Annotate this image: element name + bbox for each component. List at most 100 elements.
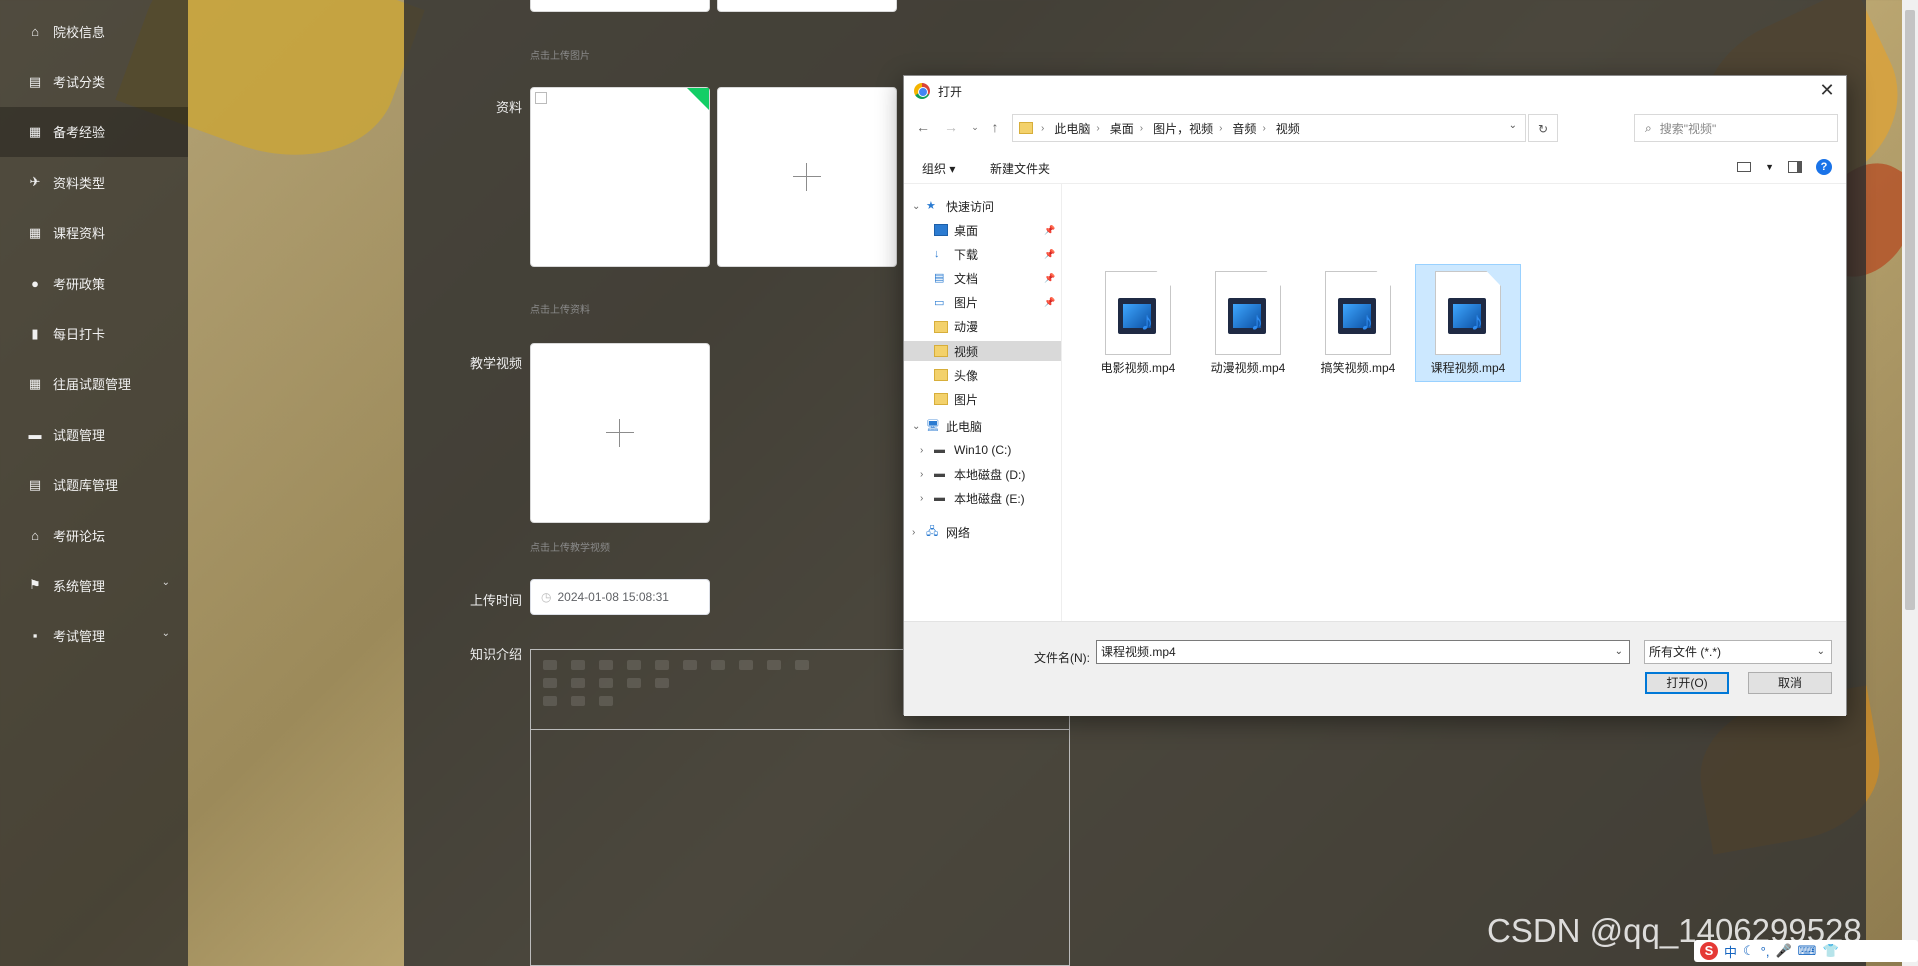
sogou-logo-icon[interactable]: S [1700, 942, 1718, 960]
breadcrumb-item[interactable]: 此电脑 [1054, 120, 1090, 137]
image-thumbnail[interactable] [530, 0, 710, 12]
sidebar-item[interactable]: ▮ 每日打卡 [0, 308, 188, 358]
sidebar-item[interactable]: ▬ 试题管理 [0, 409, 188, 459]
breadcrumb-item[interactable]: 图片，视频 [1153, 120, 1213, 137]
tree-item[interactable]: › ▬ 本地磁盘 (D:) [904, 464, 1061, 484]
address-bar[interactable]: › 此电脑 › 桌面 › 图片，视频 › 音频 › 视频 ⌄ [1012, 114, 1526, 142]
up-arrow-icon[interactable]: ↑ [984, 116, 1006, 138]
tree-item[interactable]: ▭ 图片 📌 [904, 293, 1061, 313]
chevron-down-icon[interactable]: ⌄ [964, 116, 986, 138]
open-button[interactable]: 打开(O) [1645, 672, 1729, 694]
tree-item[interactable]: › ▬ Win10 (C:) [904, 440, 1061, 460]
sidebar-item[interactable]: ⌂ 院校信息 [0, 6, 188, 56]
chevron-right-icon[interactable]: › [920, 493, 934, 504]
back-arrow-icon[interactable]: ← [912, 116, 934, 138]
underline-icon[interactable] [599, 660, 613, 670]
chevron-down-icon[interactable]: ⌄ [912, 201, 926, 212]
chevron-down-icon[interactable]: ▼ [1765, 162, 1774, 172]
moon-icon[interactable]: ☾ [1743, 943, 1755, 959]
image-icon[interactable] [571, 696, 585, 706]
sidebar-item[interactable]: ▤ 考试分类 [0, 56, 188, 106]
forward-arrow-icon[interactable]: → [940, 116, 962, 138]
tree-quick-access[interactable]: ⌄ ★ 快速访问 [904, 196, 1061, 216]
align-icon[interactable] [627, 678, 641, 688]
sidebar-item[interactable]: ● 考研政策 [0, 258, 188, 308]
folder-icon [934, 393, 948, 406]
file-item[interactable]: ♪ 搞笑视频.mp4 [1305, 264, 1411, 382]
chevron-down-icon[interactable]: ⌄ [1509, 120, 1517, 131]
help-icon[interactable]: ? [1816, 159, 1832, 175]
tree-this-pc[interactable]: ⌄ 🖥 此电脑 [904, 416, 1061, 436]
upload-time-input[interactable]: ◷ 2024-01-08 15:08:31 [530, 579, 710, 615]
clean-icon[interactable] [655, 678, 669, 688]
size-icon[interactable] [543, 678, 557, 688]
close-icon[interactable]: ✕ [1816, 80, 1838, 101]
shirt-icon[interactable]: 👕 [1822, 943, 1838, 959]
sidebar-item[interactable]: ✈ 资料类型 [0, 157, 188, 207]
keyboard-icon[interactable]: ⌨ [1798, 943, 1817, 959]
sidebar-item[interactable]: ▦ 往届试题管理 [0, 359, 188, 409]
sidebar-item[interactable]: ▪ 考试管理 ⌄ [0, 611, 188, 661]
filetype-select[interactable]: 所有文件 (*.*) ⌄ [1644, 640, 1832, 664]
file-item[interactable]: ♪ 动漫视频.mp4 [1195, 264, 1301, 382]
cancel-button[interactable]: 取消 [1748, 672, 1832, 694]
file-item[interactable]: ♪ 课程视频.mp4 [1415, 264, 1521, 382]
computer-icon: 🖥 [926, 420, 940, 432]
list-icon[interactable] [767, 660, 781, 670]
breadcrumb-item[interactable]: 音频 [1232, 120, 1256, 137]
sidebar-item[interactable]: ▦ 备考经验 [0, 106, 188, 158]
tree-item[interactable]: 视频 [904, 341, 1061, 361]
search-input[interactable]: ⌕ 搜索"视频" [1634, 114, 1838, 142]
heading-icon[interactable] [711, 660, 725, 670]
material-thumbnail[interactable] [530, 87, 710, 267]
chevron-down-icon[interactable]: ⌄ [1615, 641, 1623, 663]
punctuation-icon[interactable]: °, [1761, 944, 1770, 959]
organize-button[interactable]: 组织 ▾ [922, 160, 955, 177]
new-folder-button[interactable]: 新建文件夹 [990, 160, 1050, 177]
sidebar-item-label: 考研论坛 [53, 528, 106, 544]
mic-icon[interactable]: 🎤 [1775, 943, 1791, 959]
chevron-right-icon[interactable]: › [920, 469, 934, 480]
sidebar-item[interactable]: ▦ 课程资料 [0, 208, 188, 258]
bold-icon[interactable] [543, 660, 557, 670]
sidebar-item[interactable]: ⚑ 系统管理 ⌄ [0, 560, 188, 610]
code-icon[interactable] [683, 660, 697, 670]
preview-pane-icon[interactable] [1788, 161, 1802, 173]
indent-icon[interactable] [795, 660, 809, 670]
strike-icon[interactable] [627, 660, 641, 670]
page-scrollbar[interactable] [1902, 0, 1918, 966]
image-upload-box[interactable] [717, 0, 897, 12]
chevron-right-icon[interactable]: › [912, 527, 926, 538]
scrollbar-thumb[interactable] [1905, 10, 1915, 610]
sidebar-item[interactable]: ▤ 试题库管理 [0, 460, 188, 510]
tree-item[interactable]: 动漫 [904, 317, 1061, 337]
link-icon[interactable] [543, 696, 557, 706]
tree-item[interactable]: 图片 [904, 389, 1061, 409]
tree-item[interactable]: 桌面 📌 [904, 220, 1061, 240]
refresh-icon[interactable]: ↻ [1528, 114, 1558, 142]
file-item[interactable]: ♪ 电影视频.mp4 [1085, 264, 1191, 382]
breadcrumb-item[interactable]: 桌面 [1110, 120, 1134, 137]
view-mode-icon[interactable] [1737, 162, 1752, 172]
tree-item[interactable]: ▤ 文档 📌 [904, 268, 1061, 288]
chevron-right-icon[interactable]: › [920, 445, 934, 456]
quote-icon[interactable] [655, 660, 669, 670]
filename-input[interactable]: 课程视频.mp4 ⌄ [1096, 640, 1630, 664]
tree-item[interactable]: 头像 [904, 365, 1061, 385]
sidebar-item[interactable]: ⌂ 考研论坛 [0, 510, 188, 560]
color-icon[interactable] [571, 678, 585, 688]
breadcrumb-item[interactable]: 视频 [1276, 120, 1300, 137]
italic-icon[interactable] [571, 660, 585, 670]
list-icon[interactable] [739, 660, 753, 670]
chevron-down-icon[interactable]: ⌄ [912, 421, 926, 432]
tree-item[interactable]: ↓ 下载 📌 [904, 244, 1061, 264]
video-icon[interactable] [599, 696, 613, 706]
video-upload-box[interactable] [530, 343, 710, 523]
chevron-down-icon[interactable]: ⌄ [1817, 641, 1825, 663]
font-icon[interactable] [599, 678, 613, 688]
ime-mode[interactable]: 中 [1724, 942, 1737, 961]
dialog-titlebar[interactable]: 打开 [904, 76, 1846, 106]
material-upload-box[interactable] [717, 87, 897, 267]
tree-item[interactable]: › ▬ 本地磁盘 (E:) [904, 488, 1061, 508]
tree-network[interactable]: › 🖧 网络 [904, 522, 1061, 542]
